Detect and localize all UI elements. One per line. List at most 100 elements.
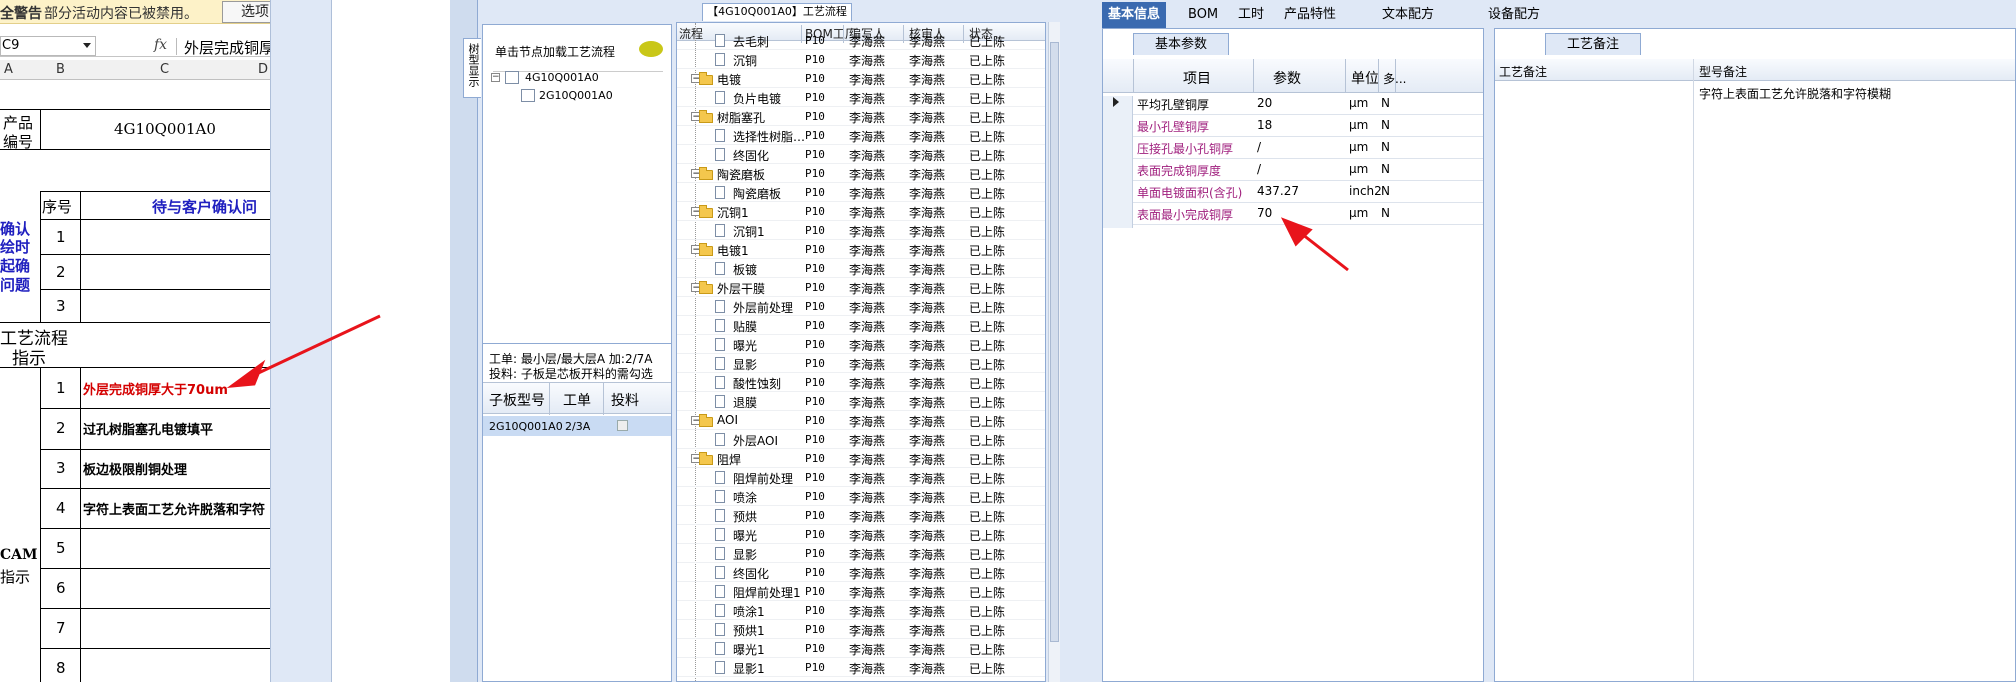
flow-reviewer: 李海燕 xyxy=(909,396,946,410)
param-value[interactable]: / xyxy=(1257,140,1261,154)
tab-equipment-recipe[interactable]: 设备配方 xyxy=(1482,2,1546,28)
flow-row[interactable]: 曝光 P10 李海燕 李海燕 已上陈 xyxy=(677,335,1045,354)
tree-expander[interactable]: − xyxy=(491,73,500,82)
flow-row[interactable]: 曝光1 P10 李海燕 李海燕 已上陈 xyxy=(677,639,1045,658)
flow-row[interactable]: 显影 P10 李海燕 李海燕 已上陈 xyxy=(677,544,1045,563)
flow-reviewer: 李海燕 xyxy=(909,548,946,562)
flow-row[interactable]: 显影1 P10 李海燕 李海燕 已上陈 xyxy=(677,658,1045,677)
flow-factory: P10 xyxy=(805,281,825,294)
document-icon xyxy=(715,471,725,484)
flow-scrollbar[interactable] xyxy=(1048,22,1060,682)
tree-view-tab[interactable]: 树型显示 xyxy=(463,38,481,98)
param-row[interactable]: 压接孔最小孔铜厚 / μm N xyxy=(1103,137,1483,162)
flow-row[interactable]: − 电镀1 P10 李海燕 李海燕 已上陈 xyxy=(677,240,1045,259)
flow-writer: 李海燕 xyxy=(849,453,886,467)
flow-row[interactable]: 显影 P10 李海燕 李海燕 已上陈 xyxy=(677,354,1045,373)
flow-step-name: 电镀 xyxy=(717,73,742,87)
flow-factory: P10 xyxy=(805,167,825,180)
param-value[interactable]: 70 xyxy=(1257,206,1272,220)
flow-reviewer: 李海燕 xyxy=(909,225,946,239)
options-button[interactable]: 选项 xyxy=(222,1,270,23)
subboard-row[interactable]: 2G10Q001A0 2/3A xyxy=(483,416,671,436)
subboard-model: 2G10Q001A0 xyxy=(489,420,563,433)
document-icon xyxy=(715,376,725,389)
tab-text-recipe[interactable]: 文本配方 xyxy=(1376,2,1440,28)
flow-row[interactable]: − 陶瓷磨板 P10 李海燕 李海燕 已上陈 xyxy=(677,164,1045,183)
flow-factory: P10 xyxy=(805,338,825,351)
flow-row[interactable]: 阻焊前处理 P10 李海燕 李海燕 已上陈 xyxy=(677,468,1045,487)
flow-row[interactable]: 预烘1 P10 李海燕 李海燕 已上陈 xyxy=(677,620,1045,639)
feed-checkbox[interactable] xyxy=(617,420,628,431)
formula-input[interactable]: 外层完成铜厚 xyxy=(184,37,270,58)
flow-status: 已上陈 xyxy=(969,472,1006,486)
param-value[interactable]: 20 xyxy=(1257,96,1272,110)
flow-factory: P10 xyxy=(805,300,825,313)
model-remark[interactable]: 字符上表面工艺允许脱落和字符模糊 xyxy=(1699,85,1891,102)
tab-process-remarks[interactable]: 工艺备注 xyxy=(1545,33,1641,55)
tab-product-features[interactable]: 产品特性 xyxy=(1278,2,1342,28)
function-icon[interactable]: fx xyxy=(154,37,167,53)
chevron-down-icon[interactable] xyxy=(83,43,91,48)
flow-row[interactable]: 选择性树脂… P10 李海燕 李海燕 已上陈 xyxy=(677,126,1045,145)
scrollbar-thumb[interactable] xyxy=(1050,42,1059,642)
param-value[interactable]: 437.27 xyxy=(1257,184,1299,198)
flow-row[interactable]: 贴膜 P10 李海燕 李海燕 已上陈 xyxy=(677,316,1045,335)
params-col-unit[interactable]: 单位 xyxy=(1351,68,1379,88)
flow-row[interactable]: 沉铜 P10 李海燕 李海燕 已上陈 xyxy=(677,50,1045,69)
row-selector[interactable] xyxy=(1103,206,1133,228)
spreadsheet-grid[interactable]: 产品 编号 4G10Q001A0 序号 待与客户确认问 确认 绘时 起确 问题 … xyxy=(0,80,270,682)
flow-row[interactable]: 终固化 P10 李海燕 李海燕 已上陈 xyxy=(677,145,1045,164)
param-row[interactable]: 表面完成铜厚度 / μm N xyxy=(1103,159,1483,184)
param-value[interactable]: 18 xyxy=(1257,118,1272,132)
remarks-col-process[interactable]: 工艺备注 xyxy=(1499,63,1547,80)
param-value[interactable]: / xyxy=(1257,162,1261,176)
flow-row[interactable]: 去毛刺 P10 李海燕 李海燕 已上陈 xyxy=(677,31,1045,50)
param-row[interactable]: 单面电镀面积(含孔) 437.27 inch2 N xyxy=(1103,181,1483,206)
remarks-col-model[interactable]: 型号备注 xyxy=(1699,63,1747,80)
param-row[interactable]: 最小孔壁铜厚 18 μm N xyxy=(1103,115,1483,140)
flow-row[interactable]: − 沉铜1 P10 李海燕 李海燕 已上陈 xyxy=(677,202,1045,221)
flow-row[interactable]: 预烘 P10 李海燕 李海燕 已上陈 xyxy=(677,506,1045,525)
flow-row[interactable]: 曝光 P10 李海燕 李海燕 已上陈 xyxy=(677,525,1045,544)
document-icon xyxy=(715,357,725,370)
flow-status: 已上陈 xyxy=(969,567,1006,581)
flow-row[interactable]: − AOI P10 李海燕 李海燕 已上陈 xyxy=(677,411,1045,430)
flow-row[interactable]: − 阻焊 P10 李海燕 李海燕 已上陈 xyxy=(677,449,1045,468)
flow-row[interactable]: 板镀 P10 李海燕 李海燕 已上陈 xyxy=(677,259,1045,278)
flow-row[interactable]: 喷涂1 P10 李海燕 李海燕 已上陈 xyxy=(677,601,1045,620)
flow-row[interactable]: 外层前处理 P10 李海燕 李海燕 已上陈 xyxy=(677,297,1045,316)
flow-row[interactable]: − 外层干膜 P10 李海燕 李海燕 已上陈 xyxy=(677,278,1045,297)
tab-basic-params[interactable]: 基本参数 xyxy=(1133,33,1229,55)
tree-node-child[interactable]: 2G10Q001A0 xyxy=(539,89,613,102)
flow-row[interactable]: 阻焊前处理1 P10 李海燕 李海燕 已上陈 xyxy=(677,582,1045,601)
flow-row[interactable]: − 树脂塞孔 P10 李海燕 李海燕 已上陈 xyxy=(677,107,1045,126)
flow-step-name: 预烘 xyxy=(733,510,758,524)
tab-work-hours[interactable]: 工时 xyxy=(1232,2,1270,28)
params-col-value[interactable]: 参数 xyxy=(1273,68,1301,88)
param-row[interactable]: 表面最小完成铜厚 70 μm N xyxy=(1103,203,1483,228)
flow-row[interactable]: 喷涂 P10 李海燕 李海燕 已上陈 xyxy=(677,487,1045,506)
column-header-c[interactable]: C xyxy=(160,62,169,77)
param-flag: N xyxy=(1381,162,1390,176)
param-row[interactable]: 平均孔壁铜厚 20 μm N xyxy=(1103,93,1483,118)
flow-row[interactable]: 退膜 P10 李海燕 李海燕 已上陈 xyxy=(677,392,1045,411)
flow-row[interactable]: 酸性蚀刻 P10 李海燕 李海燕 已上陈 xyxy=(677,373,1045,392)
tab-basic-info[interactable]: 基本信息 xyxy=(1102,2,1167,28)
tree-node-root[interactable]: 4G10Q001A0 xyxy=(525,71,599,84)
flow-row[interactable]: 沉铜1 P10 李海燕 李海燕 已上陈 xyxy=(677,221,1045,240)
flow-factory: P10 xyxy=(805,91,825,104)
params-col-item[interactable]: 项目 xyxy=(1183,68,1211,88)
flow-table[interactable]: 流程 BOM工厂 编写人 核审人 状态 去毛刺 P10 李海燕 李海燕 已上陈 沉铜 P10… xyxy=(676,22,1046,682)
flow-row[interactable]: 陶瓷磨板 P10 李海燕 李海燕 已上陈 xyxy=(677,183,1045,202)
flow-row[interactable]: − 电镀 P10 李海燕 李海燕 已上陈 xyxy=(677,69,1045,88)
column-header-b[interactable]: B xyxy=(56,62,65,77)
name-box[interactable]: C9 xyxy=(0,36,96,56)
tab-bom[interactable]: BOM xyxy=(1182,2,1224,28)
column-header-d[interactable]: D xyxy=(258,62,268,77)
flow-row[interactable]: 负片电镀 P10 李海燕 李海燕 已上陈 xyxy=(677,88,1045,107)
flow-row[interactable]: 终固化 P10 李海燕 李海燕 已上陈 xyxy=(677,563,1045,582)
flow-status: 已上陈 xyxy=(969,168,1006,182)
flow-reviewer: 李海燕 xyxy=(909,54,946,68)
flow-row[interactable]: 外层AOI P10 李海燕 李海燕 已上陈 xyxy=(677,430,1045,449)
column-header-a[interactable]: A xyxy=(4,62,13,77)
